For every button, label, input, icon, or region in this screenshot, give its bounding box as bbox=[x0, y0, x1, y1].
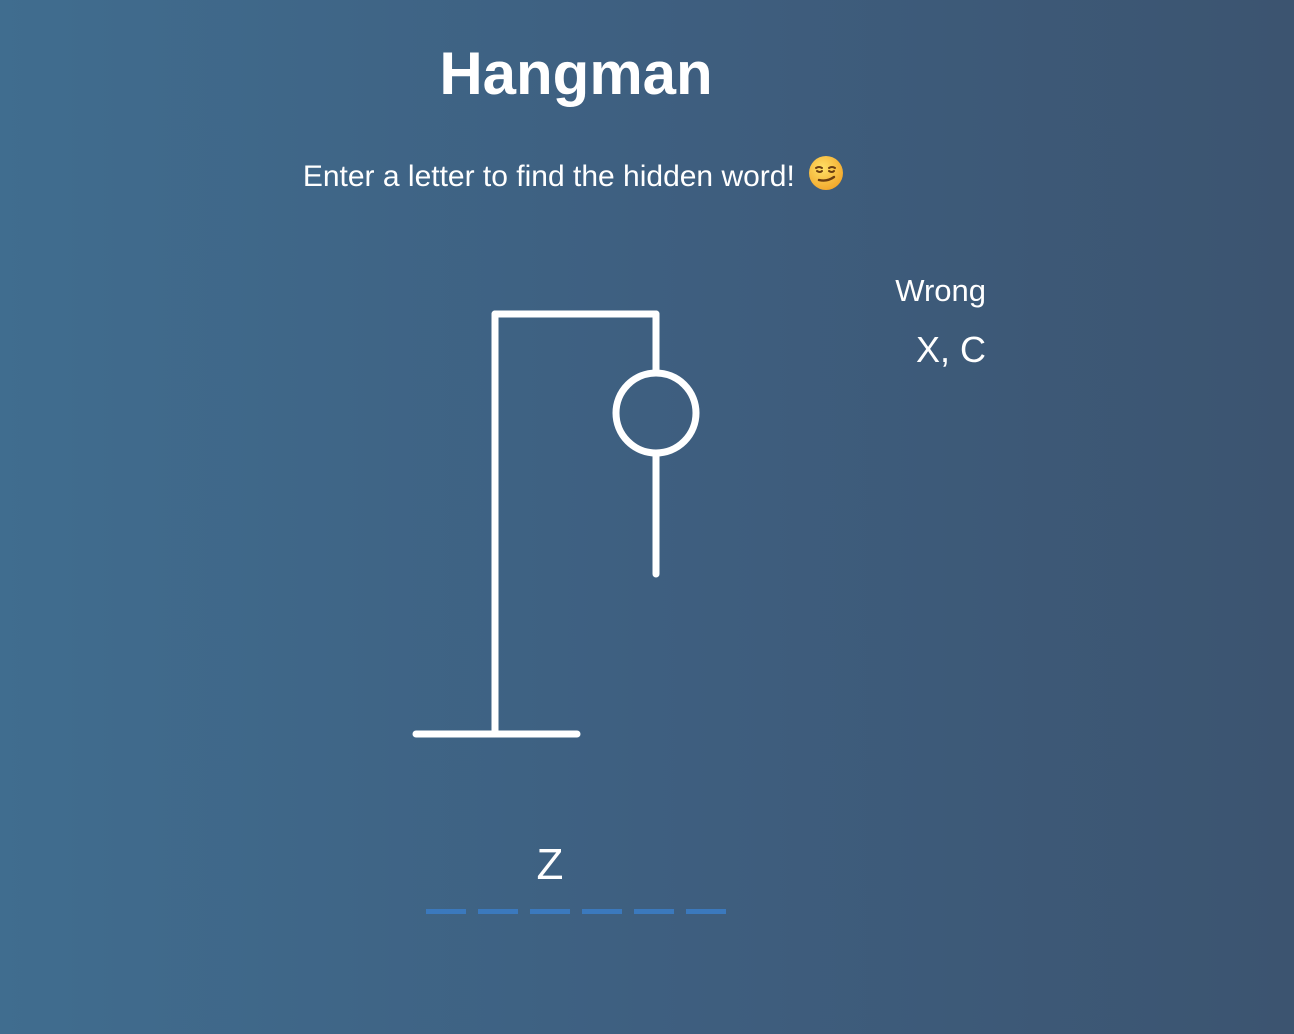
wrong-letters: X, C bbox=[915, 329, 986, 370]
letter-slot bbox=[478, 838, 518, 914]
letter-slot: Z bbox=[530, 838, 570, 914]
wrong-letters-panel: Wrong X, C bbox=[820, 270, 986, 372]
letter-slot bbox=[582, 838, 622, 914]
wrong-label: Wrong bbox=[895, 273, 986, 308]
hangman-head bbox=[612, 369, 700, 457]
letter-slot bbox=[634, 838, 674, 914]
letter-slot bbox=[686, 838, 726, 914]
hidden-word: Z bbox=[426, 838, 726, 914]
letter-slot bbox=[426, 838, 466, 914]
